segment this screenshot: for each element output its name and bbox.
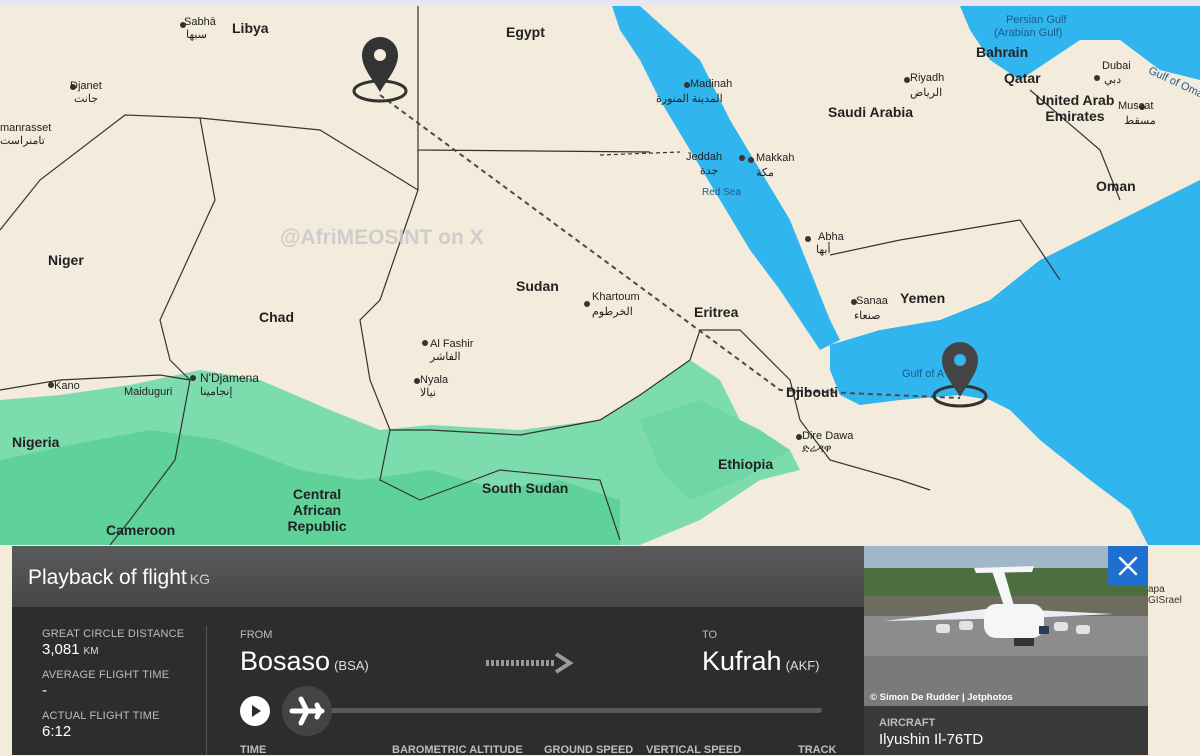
aircraft-card: © Simon De Rudder | Jetphotos AIRCRAFT I…	[864, 546, 1148, 755]
label-chad: Chad	[259, 309, 294, 325]
from-label: FROM	[240, 629, 273, 641]
city-djanet-ar: جانت	[74, 93, 99, 105]
city-djanet: Djanet	[70, 80, 102, 92]
divider	[206, 626, 207, 755]
city-makkah: Makkah	[756, 152, 795, 164]
distance-value: 3,081	[42, 641, 80, 658]
label-south-sudan: South Sudan	[482, 480, 569, 496]
label-arabian-gulf: (Arabian Gulf)	[994, 27, 1063, 39]
photo-credit: © Simon De Rudder | Jetphotos	[870, 692, 1013, 703]
to-code: (AKF)	[785, 658, 820, 673]
city-riyadh: Riyadh	[910, 72, 945, 84]
actual-time-label: ACTUAL FLIGHT TIME	[42, 710, 160, 722]
label-red-sea: Red Sea	[702, 187, 741, 198]
city-madinah-ar: المدينة المنورة	[656, 93, 723, 105]
aircraft-type[interactable]: Ilyushin Il-76TD	[879, 731, 983, 748]
city-kano: Kano	[54, 380, 80, 392]
city-riyadh-ar: الرياض	[910, 87, 943, 99]
label-nigeria: Nigeria	[12, 434, 60, 450]
city-abha: Abha	[818, 231, 844, 243]
label-ethiopia: Ethiopia	[718, 456, 774, 472]
city-maiduguri: Maiduguri	[124, 386, 173, 398]
city-sabha-ar: سبها	[186, 29, 207, 41]
city-muscat: Muscat	[1118, 100, 1154, 112]
play-icon	[252, 705, 261, 717]
city-tamanrasset-ar: تامنراست	[0, 135, 45, 147]
city-ndjamena-ar: إنجامينا	[200, 386, 233, 398]
city-dubai-ar: دبي	[1104, 74, 1122, 86]
avg-time-value: -	[42, 682, 47, 699]
panel-header: Playback of flight KG	[12, 546, 864, 607]
label-egypt: Egypt	[506, 24, 545, 40]
flight-playback-panel: Playback of flight KG GREAT CIRCLE DISTAN…	[12, 546, 864, 756]
flight-stats: GREAT CIRCLE DISTANCE 3,081 KM AVERAGE FL…	[42, 628, 184, 751]
col-track: TRACK	[798, 744, 837, 756]
col-time: TIME	[240, 744, 267, 756]
label-libya: Libya	[232, 20, 269, 36]
map-attribution: apa GISrael	[1148, 584, 1182, 606]
to-airport: Kufrah (AKF)	[702, 646, 820, 677]
city-ndjamena: N'Djamena	[200, 371, 259, 385]
city-tamanrasset: manrasset	[0, 122, 52, 134]
panel-title-text: Playback of flight	[28, 566, 187, 589]
label-gulf-of-aden: Gulf of A	[902, 368, 945, 380]
label-sudan: Sudan	[516, 278, 559, 294]
from-airport: Bosaso (BSA)	[240, 646, 369, 677]
top-strip	[0, 0, 1200, 6]
from-city: Bosaso	[240, 646, 331, 676]
city-sabha: Sabhā	[184, 16, 216, 28]
aircraft-label: AIRCRAFT	[879, 717, 936, 729]
flight-code: KG	[189, 571, 210, 587]
panel-title: Playback of flight KG	[28, 566, 210, 590]
airplane-icon	[289, 696, 325, 726]
label-bahrain: Bahrain	[976, 44, 1029, 60]
label-uae: United Arab Emirates	[1035, 92, 1115, 124]
close-icon	[1118, 556, 1138, 576]
from-code: (BSA)	[334, 658, 369, 673]
city-khartoum: Khartoum	[592, 291, 640, 303]
distance-label: GREAT CIRCLE DISTANCE	[42, 628, 185, 640]
city-sanaa: Sanaa	[856, 295, 888, 307]
label-persian-gulf: Persian Gulf	[1006, 14, 1067, 26]
close-button[interactable]	[1108, 546, 1148, 586]
city-jeddah: Jeddah	[686, 151, 723, 163]
label-niger: Niger	[48, 252, 84, 268]
city-al-fashir: Al Fashir	[430, 338, 474, 350]
city-jeddah-ar: جدة	[700, 165, 719, 177]
playback-timeline[interactable]	[322, 708, 822, 713]
city-dire-dawa-am: ድሬዳዋ	[802, 443, 832, 455]
col-ground-speed: GROUND SPEED	[544, 744, 634, 756]
playback-scrubber[interactable]	[282, 686, 332, 736]
city-nyala: Nyala	[420, 374, 449, 386]
avg-time-label: AVERAGE FLIGHT TIME	[42, 669, 170, 681]
city-dire-dawa: Dire Dawa	[802, 430, 854, 442]
col-vertical-speed: VERTICAL SPEED	[646, 744, 742, 756]
route-arrow-icon	[486, 652, 574, 674]
play-button[interactable]	[240, 696, 270, 726]
label-car: Central African Republic	[287, 486, 347, 534]
city-madinah: Madinah	[690, 78, 733, 90]
aircraft-photo[interactable]: © Simon De Rudder | Jetphotos	[864, 546, 1148, 706]
city-dubai: Dubai	[1102, 60, 1131, 72]
to-label: TO	[702, 629, 718, 641]
label-yemen: Yemen	[900, 290, 946, 306]
label-cameroon: Cameroon	[106, 522, 176, 538]
watermark: @AfriMEOSINT on X	[280, 226, 484, 249]
city-khartoum-ar: الخرطوم	[592, 306, 633, 318]
label-saudi-arabia: Saudi Arabia	[828, 104, 914, 120]
city-abha-ar: أبها	[816, 244, 831, 256]
distance-unit: KM	[83, 646, 99, 657]
label-oman: Oman	[1096, 178, 1136, 194]
city-makkah-ar: مكة	[756, 167, 774, 179]
to-city: Kufrah	[702, 646, 782, 676]
city-muscat-ar: مسقط	[1124, 115, 1156, 127]
label-djibouti: Djibouti	[786, 384, 839, 400]
city-sanaa-ar: صنعاء	[854, 310, 881, 322]
label-qatar: Qatar	[1004, 70, 1041, 86]
actual-time-value: 6:12	[42, 723, 72, 740]
city-al-fashir-ar: الفاشر	[430, 351, 461, 363]
city-nyala-ar: نيالا	[420, 387, 437, 399]
label-eritrea: Eritrea	[694, 304, 739, 320]
col-altitude: BAROMETRIC ALTITUDE	[392, 744, 523, 756]
